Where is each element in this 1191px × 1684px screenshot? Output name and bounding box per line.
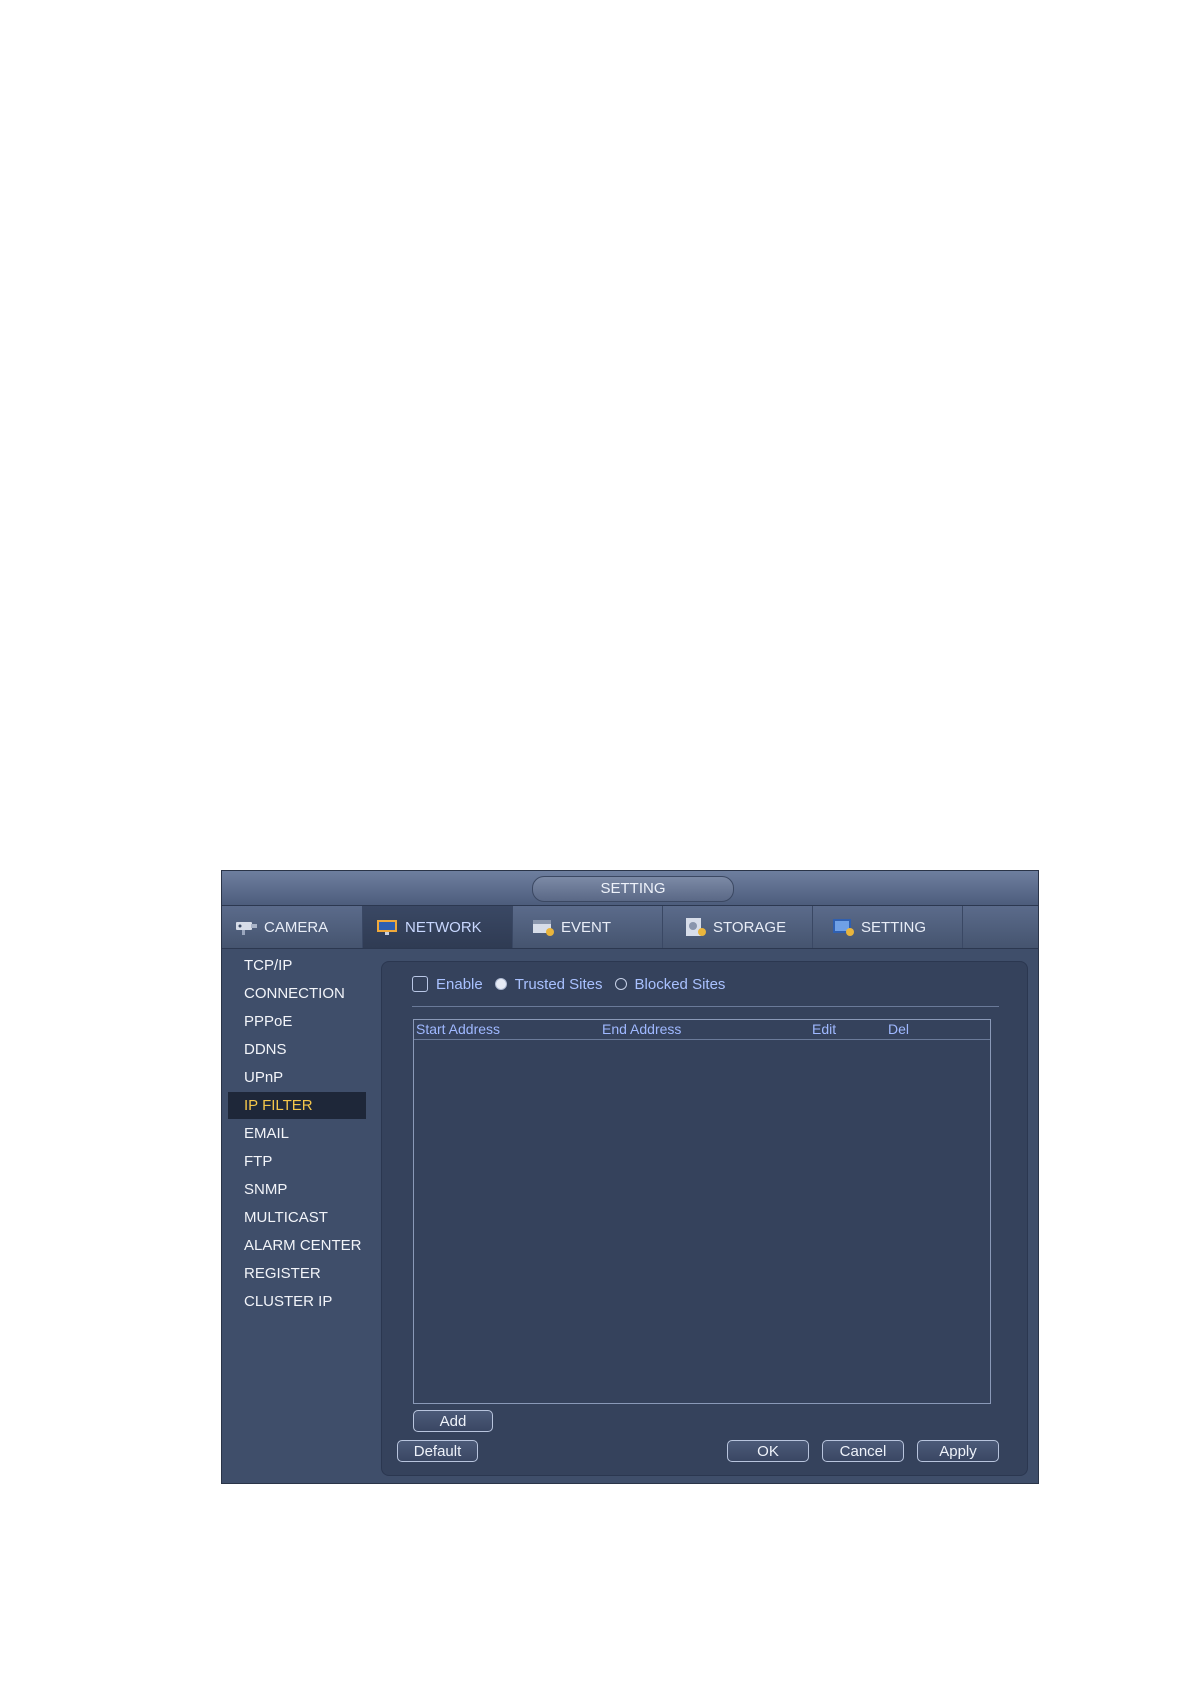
enable-label: Enable — [436, 975, 483, 993]
col-end-address: End Address — [602, 1021, 682, 1037]
tab-network[interactable]: NETWORK — [363, 906, 513, 948]
col-start-address: Start Address — [416, 1021, 501, 1037]
table-header: Start Address End Address Edit Del — [414, 1020, 990, 1040]
trusted-sites-radio[interactable] — [494, 978, 507, 990]
sidebar-item-snmp[interactable]: SNMP — [228, 1176, 366, 1203]
tab-setting[interactable]: SETTING — [813, 906, 963, 948]
sidebar-item-connection[interactable]: CONNECTION — [228, 980, 366, 1007]
col-del: Del — [888, 1021, 910, 1037]
add-button[interactable]: Add — [413, 1410, 493, 1432]
tab-event[interactable]: EVENT — [513, 906, 663, 948]
network-sidebar: TCP/IP CONNECTION PPPoE DDNS UPnP IP FIL… — [222, 949, 374, 1483]
settings-window: SETTING CAMERA NETWORK EVENT STORAGE SET… — [221, 870, 1039, 1484]
blocked-sites-label: Blocked Sites — [634, 975, 726, 993]
divider — [412, 1006, 999, 1007]
apply-button[interactable]: Apply — [917, 1440, 999, 1462]
sidebar-item-multicast[interactable]: MULTICAST — [228, 1204, 366, 1231]
window-titlebar: SETTING — [222, 871, 1038, 906]
sidebar-item-cluster-ip[interactable]: CLUSTER IP — [228, 1288, 366, 1315]
blocked-sites-radio[interactable] — [614, 978, 627, 990]
col-edit: Edit — [812, 1021, 837, 1037]
sidebar-item-ip-filter[interactable]: IP FILTER — [228, 1092, 366, 1119]
window-title: SETTING — [532, 876, 734, 902]
ok-button[interactable]: OK — [727, 1440, 809, 1462]
event-icon — [531, 917, 555, 937]
sidebar-item-upnp[interactable]: UPnP — [228, 1064, 366, 1091]
sidebar-item-pppoe[interactable]: PPPoE — [228, 1008, 366, 1035]
sidebar-item-email[interactable]: EMAIL — [228, 1120, 366, 1147]
sidebar-item-tcpip[interactable]: TCP/IP — [228, 952, 366, 979]
default-button[interactable]: Default — [397, 1440, 478, 1462]
main-tabs: CAMERA NETWORK EVENT STORAGE SETTING — [222, 906, 1038, 949]
tab-camera[interactable]: CAMERA — [222, 906, 363, 948]
filter-options: Enable Trusted Sites Blocked Sites — [412, 974, 725, 994]
cancel-button[interactable]: Cancel — [822, 1440, 904, 1462]
ip-filter-panel: Enable Trusted Sites Blocked Sites Start… — [381, 961, 1028, 1476]
sidebar-item-ftp[interactable]: FTP — [228, 1148, 366, 1175]
tab-storage[interactable]: STORAGE — [663, 906, 813, 948]
camera-icon — [234, 917, 258, 937]
setting-icon — [831, 917, 855, 937]
sidebar-item-alarm-center[interactable]: ALARM CENTER — [228, 1232, 366, 1259]
enable-checkbox[interactable] — [412, 976, 428, 992]
trusted-sites-label: Trusted Sites — [514, 975, 603, 993]
sidebar-item-register[interactable]: REGISTER — [228, 1260, 366, 1287]
storage-icon — [683, 917, 707, 937]
ip-filter-table: Start Address End Address Edit Del — [413, 1019, 991, 1404]
network-icon — [375, 917, 399, 937]
sidebar-item-ddns[interactable]: DDNS — [228, 1036, 366, 1063]
